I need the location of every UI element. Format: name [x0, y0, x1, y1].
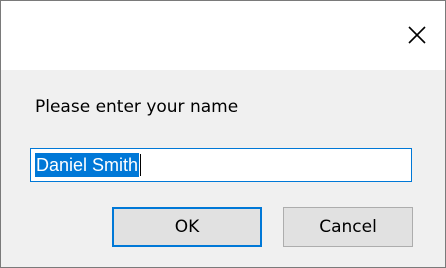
- text-caret: [140, 154, 142, 176]
- cancel-button-label: Cancel: [319, 217, 377, 237]
- ok-button-label: OK: [174, 217, 200, 237]
- close-button[interactable]: [395, 15, 439, 55]
- close-icon: [408, 26, 426, 44]
- prompt-label: Please enter your name: [35, 97, 239, 117]
- cancel-button[interactable]: Cancel: [283, 207, 413, 247]
- input-dialog: Please enter your name Daniel Smith OK C…: [0, 0, 446, 268]
- ok-button[interactable]: OK: [112, 207, 262, 247]
- name-input[interactable]: Daniel Smith: [30, 148, 412, 182]
- title-bar: [1, 1, 445, 70]
- selected-input-text: Daniel Smith: [35, 153, 140, 177]
